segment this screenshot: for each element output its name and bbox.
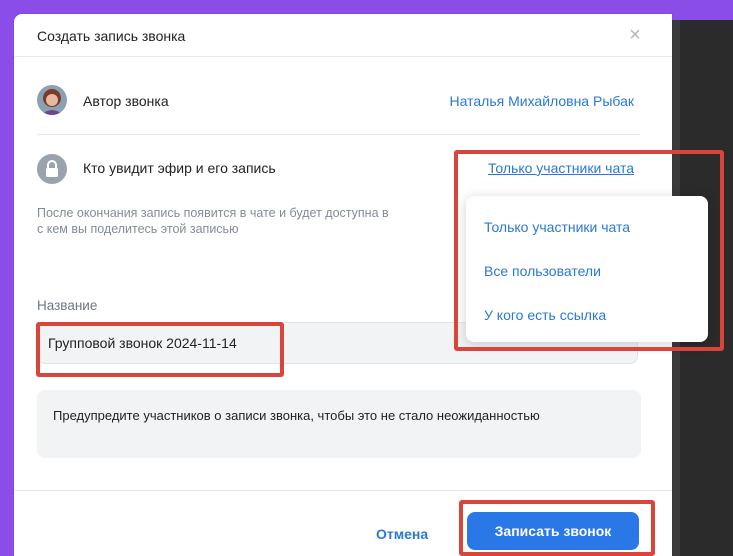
visibility-label: Кто увидит эфир и его запись: [83, 160, 276, 176]
dialog-title: Создать запись звонка: [37, 28, 186, 44]
author-label: Автор звонка: [83, 93, 169, 109]
footer-divider: [14, 490, 672, 491]
row-divider: [37, 134, 640, 135]
name-field-label: Название: [37, 298, 98, 313]
hint-line-1: После окончания запись появится в чате и…: [37, 206, 389, 220]
author-name-link[interactable]: Наталья Михайловна Рыбак: [450, 93, 634, 109]
hint-line-2: с кем вы поделитесь этой записью: [37, 222, 239, 236]
header-divider: [14, 56, 672, 57]
visibility-hint: После окончания запись появится в чате и…: [37, 205, 457, 237]
lock-icon: [37, 154, 67, 184]
close-icon[interactable]: ×: [626, 25, 644, 45]
cancel-button[interactable]: Отмена: [376, 526, 428, 542]
highlight-name-input: [36, 322, 284, 377]
highlight-visibility: [454, 150, 724, 351]
warning-box: Предупредите участников о записи звонка,…: [37, 390, 641, 458]
warning-text: Предупредите участников о записи звонка,…: [53, 408, 540, 423]
avatar: [37, 85, 67, 115]
highlight-record-button: [459, 500, 655, 556]
